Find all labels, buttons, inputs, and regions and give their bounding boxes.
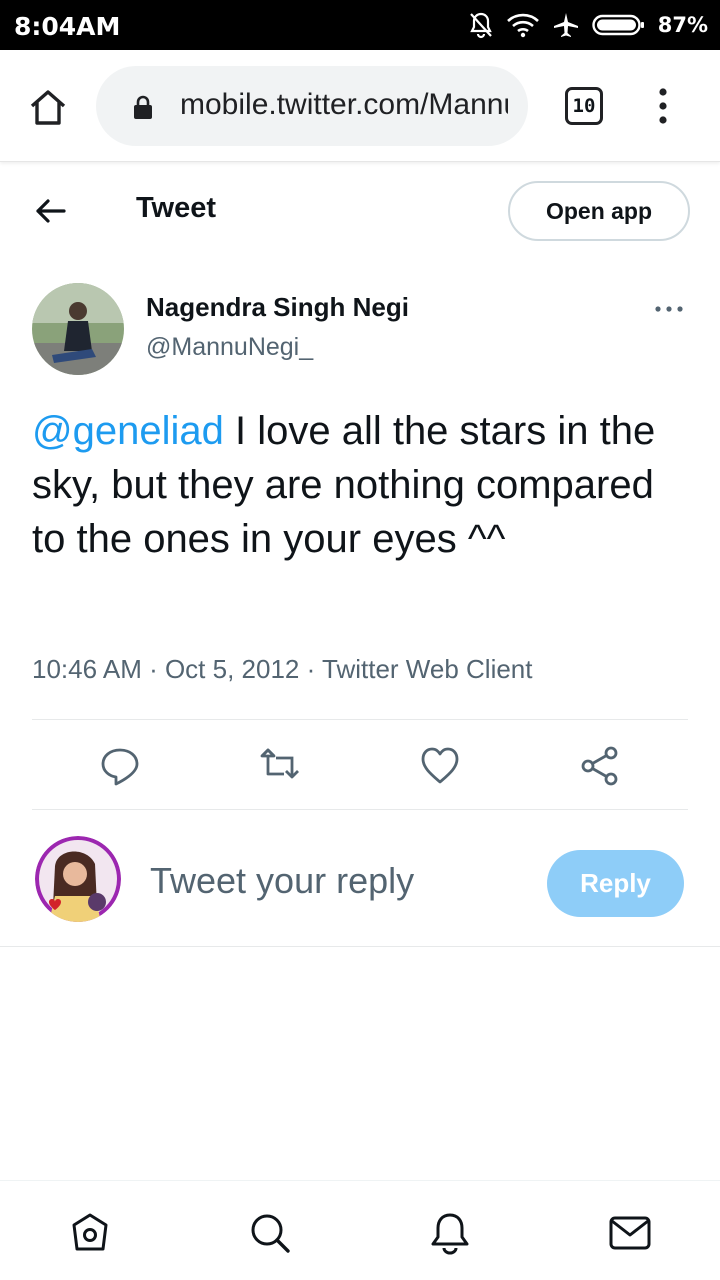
browser-toolbar: mobile.twitter.com/Mannu 10 <box>0 50 720 162</box>
airplane-icon <box>553 13 578 37</box>
search-icon[interactable] <box>248 1211 292 1255</box>
bottom-navigation <box>0 1180 720 1280</box>
reply-input[interactable]: Tweet your reply <box>150 860 414 902</box>
notifications-off-icon <box>469 12 492 39</box>
url-bar[interactable]: mobile.twitter.com/Mannu <box>96 66 528 146</box>
author-avatar[interactable] <box>32 283 124 375</box>
page-title: Tweet <box>136 192 217 224</box>
notifications-icon[interactable] <box>428 1211 472 1255</box>
open-app-button[interactable]: Open app <box>508 181 690 241</box>
battery-percent: 87% <box>657 13 708 37</box>
reply-button[interactable]: Reply <box>547 850 684 917</box>
battery-icon <box>592 14 644 36</box>
lock-icon <box>134 95 152 119</box>
status-time: 8:04AM <box>14 12 121 41</box>
url-text: mobile.twitter.com/Mannu <box>180 88 508 121</box>
menu-icon[interactable] <box>652 86 674 126</box>
divider <box>32 809 688 810</box>
reply-icon[interactable] <box>98 744 142 788</box>
share-icon[interactable] <box>578 744 622 788</box>
home-icon[interactable] <box>26 86 70 130</box>
tweet-text: @geneliad I love all the stars in the sk… <box>32 404 672 566</box>
tweet-meta: 10:46 AM · Oct 5, 2012 · Twitter Web Cli… <box>32 654 533 684</box>
status-icons: 87% <box>468 10 708 40</box>
home-icon[interactable] <box>68 1211 112 1255</box>
tab-switcher-button[interactable]: 10 <box>565 87 603 125</box>
author-name[interactable]: Nagendra Singh Negi <box>146 292 409 323</box>
retweet-icon[interactable] <box>258 744 302 788</box>
status-bar: 8:04AM 87% <box>0 0 720 50</box>
tweet-header: Tweet Open app <box>0 163 720 259</box>
tweet-actions <box>32 722 688 810</box>
more-options-icon[interactable] <box>652 300 686 318</box>
divider <box>0 946 720 947</box>
back-arrow-icon[interactable] <box>30 193 70 229</box>
author-handle[interactable]: @MannuNegi_ <box>146 333 313 362</box>
like-icon[interactable] <box>418 744 462 788</box>
user-avatar[interactable] <box>35 836 121 922</box>
divider <box>32 719 688 720</box>
mention-link[interactable]: @geneliad <box>32 409 224 453</box>
wifi-icon <box>506 13 539 38</box>
messages-icon[interactable] <box>608 1211 652 1255</box>
